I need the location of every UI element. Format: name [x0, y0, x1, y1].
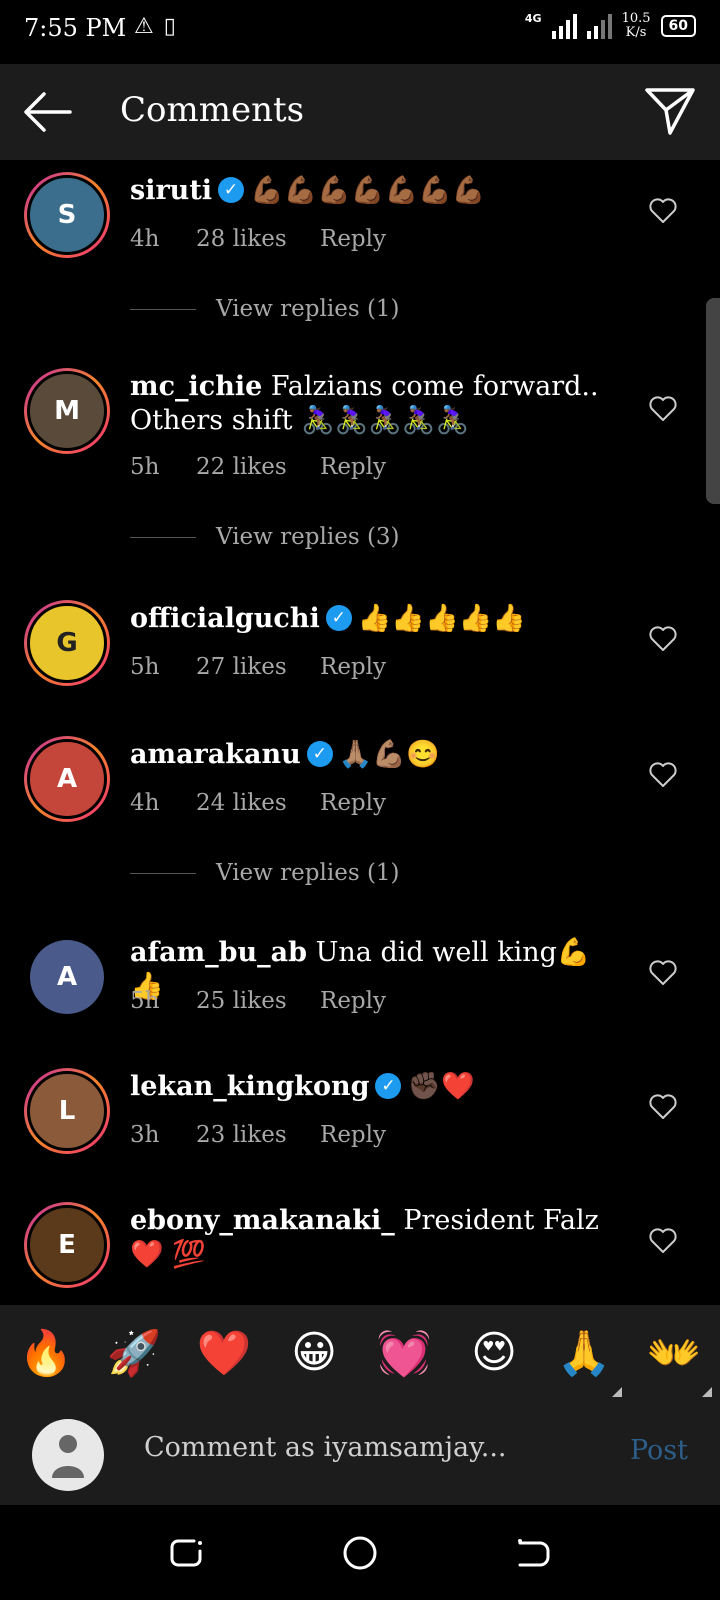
like-heart-icon[interactable] — [649, 1094, 677, 1120]
emoji-heart-button[interactable]: ❤️ — [194, 1327, 254, 1379]
comment-username[interactable]: siruti — [130, 175, 212, 206]
comment-time: 4h — [130, 226, 160, 252]
like-heart-icon[interactable] — [649, 396, 677, 422]
reply-button[interactable]: Reply — [320, 654, 386, 680]
back-icon[interactable] — [514, 1533, 554, 1573]
page-title: Comments — [120, 90, 305, 130]
reply-button[interactable]: Reply — [320, 226, 386, 252]
comment-username[interactable]: officialguchi — [130, 603, 320, 634]
emoji-grin-button[interactable]: 😀 — [284, 1327, 344, 1378]
verified-badge-icon: ✓ — [375, 1072, 402, 1099]
comments-header: Comments — [0, 64, 720, 160]
skin-tone-indicator-icon — [702, 1387, 712, 1397]
avatar[interactable]: A — [24, 934, 110, 1020]
comment-username[interactable]: amarakanu — [130, 739, 301, 770]
comment-username[interactable]: mc_ichie — [130, 371, 262, 402]
like-heart-icon[interactable] — [649, 762, 677, 788]
comment-time: 5h — [130, 454, 160, 480]
comment-username[interactable]: ebony_makanaki_ — [130, 1205, 395, 1236]
emoji-heart-eyes-button[interactable]: 😍 — [464, 1327, 524, 1378]
comment-text: 🙏🏽💪🏽😊 — [338, 739, 440, 770]
like-heart-icon[interactable] — [649, 198, 677, 224]
home-icon[interactable] — [340, 1533, 380, 1573]
like-heart-icon[interactable] — [649, 626, 677, 652]
avatar[interactable]: M — [24, 368, 110, 454]
battery-saver-icon: ▯ — [163, 14, 176, 39]
battery-icon: 60 — [660, 15, 696, 37]
emoji-open-hands-button[interactable]: 👐 — [644, 1327, 704, 1379]
comment-time: 5h — [130, 988, 160, 1014]
emoji-fire-button[interactable]: 🔥 — [16, 1327, 76, 1379]
send-icon[interactable] — [644, 86, 696, 136]
reply-button[interactable]: Reply — [320, 1122, 386, 1148]
status-time: 7:55 PM — [24, 14, 127, 42]
comment-composer: Post — [0, 1405, 720, 1505]
like-heart-icon[interactable] — [649, 1228, 677, 1254]
back-arrow-icon[interactable] — [22, 90, 72, 134]
skin-tone-indicator-icon — [612, 1387, 622, 1397]
reply-button[interactable]: Reply — [320, 790, 386, 816]
comment-text: 👍👍👍👍👍 — [357, 603, 526, 634]
comment-list[interactable]: S siruti ✓ 💪🏾💪🏾💪🏾💪🏾💪🏾💪🏾💪🏾 4h 28 likes Repl… — [0, 160, 720, 1305]
avatar[interactable]: E — [24, 1202, 110, 1288]
comment-input[interactable] — [142, 1431, 596, 1464]
comment-time: 5h — [130, 654, 160, 680]
verified-badge-icon: ✓ — [325, 604, 352, 631]
verified-badge-icon: ✓ — [306, 740, 333, 767]
emoji-pray-button[interactable]: 🙏 — [554, 1327, 614, 1379]
warning-icon: ⚠ — [134, 14, 154, 39]
comment-likes[interactable]: 24 likes — [196, 790, 320, 816]
emoji-rocket-button[interactable]: 🚀 — [104, 1327, 164, 1379]
view-replies-button[interactable]: View replies (1) — [130, 296, 400, 322]
comment-time: 3h — [130, 1122, 160, 1148]
comment-likes[interactable]: 23 likes — [196, 1122, 320, 1148]
view-replies-button[interactable]: View replies (3) — [130, 524, 400, 550]
avatar[interactable]: L — [24, 1068, 110, 1154]
comment-likes[interactable]: 27 likes — [196, 654, 320, 680]
comment-username[interactable]: afam_bu_ab — [130, 937, 307, 968]
comment-likes[interactable]: 25 likes — [196, 988, 320, 1014]
status-bar: 7:55 PM ⚠ ▯ 4G 10.5 K/s 60 — [0, 0, 720, 64]
comment-username[interactable]: lekan_kingkong — [130, 1071, 369, 1102]
like-heart-icon[interactable] — [649, 960, 677, 986]
view-replies-button[interactable]: View replies (1) — [130, 860, 400, 886]
reply-button[interactable]: Reply — [320, 454, 386, 480]
recent-apps-icon[interactable] — [166, 1533, 206, 1573]
scrollbar[interactable] — [706, 298, 720, 504]
avatar[interactable]: A — [24, 736, 110, 822]
avatar[interactable]: S — [24, 172, 110, 258]
signal-icon-2 — [586, 13, 612, 39]
comment-text: ✊🏿❤️ — [407, 1071, 475, 1102]
emoji-beating-heart-button[interactable]: 💓 — [374, 1327, 434, 1379]
verified-badge-icon: ✓ — [218, 176, 245, 203]
system-nav-bar — [0, 1505, 720, 1600]
quick-emoji-bar: 🔥 🚀 ❤️ 😀 💓 😍 🙏 👐 — [0, 1305, 720, 1405]
network-type-label: 4G — [524, 12, 542, 25]
comment-text: 💪🏾💪🏾💪🏾💪🏾💪🏾💪🏾💪🏾 — [250, 175, 486, 206]
comment-time: 4h — [130, 790, 160, 816]
reply-button[interactable]: Reply — [320, 988, 386, 1014]
network-speed: 10.5 K/s — [621, 11, 651, 40]
signal-icon — [551, 13, 577, 39]
comment-likes[interactable]: 22 likes — [196, 454, 320, 480]
user-avatar-icon — [52, 1435, 84, 1478]
comment-likes[interactable]: 28 likes — [196, 226, 320, 252]
user-avatar — [32, 1419, 104, 1491]
avatar[interactable]: G — [24, 600, 110, 686]
post-button[interactable]: Post — [630, 1435, 688, 1466]
